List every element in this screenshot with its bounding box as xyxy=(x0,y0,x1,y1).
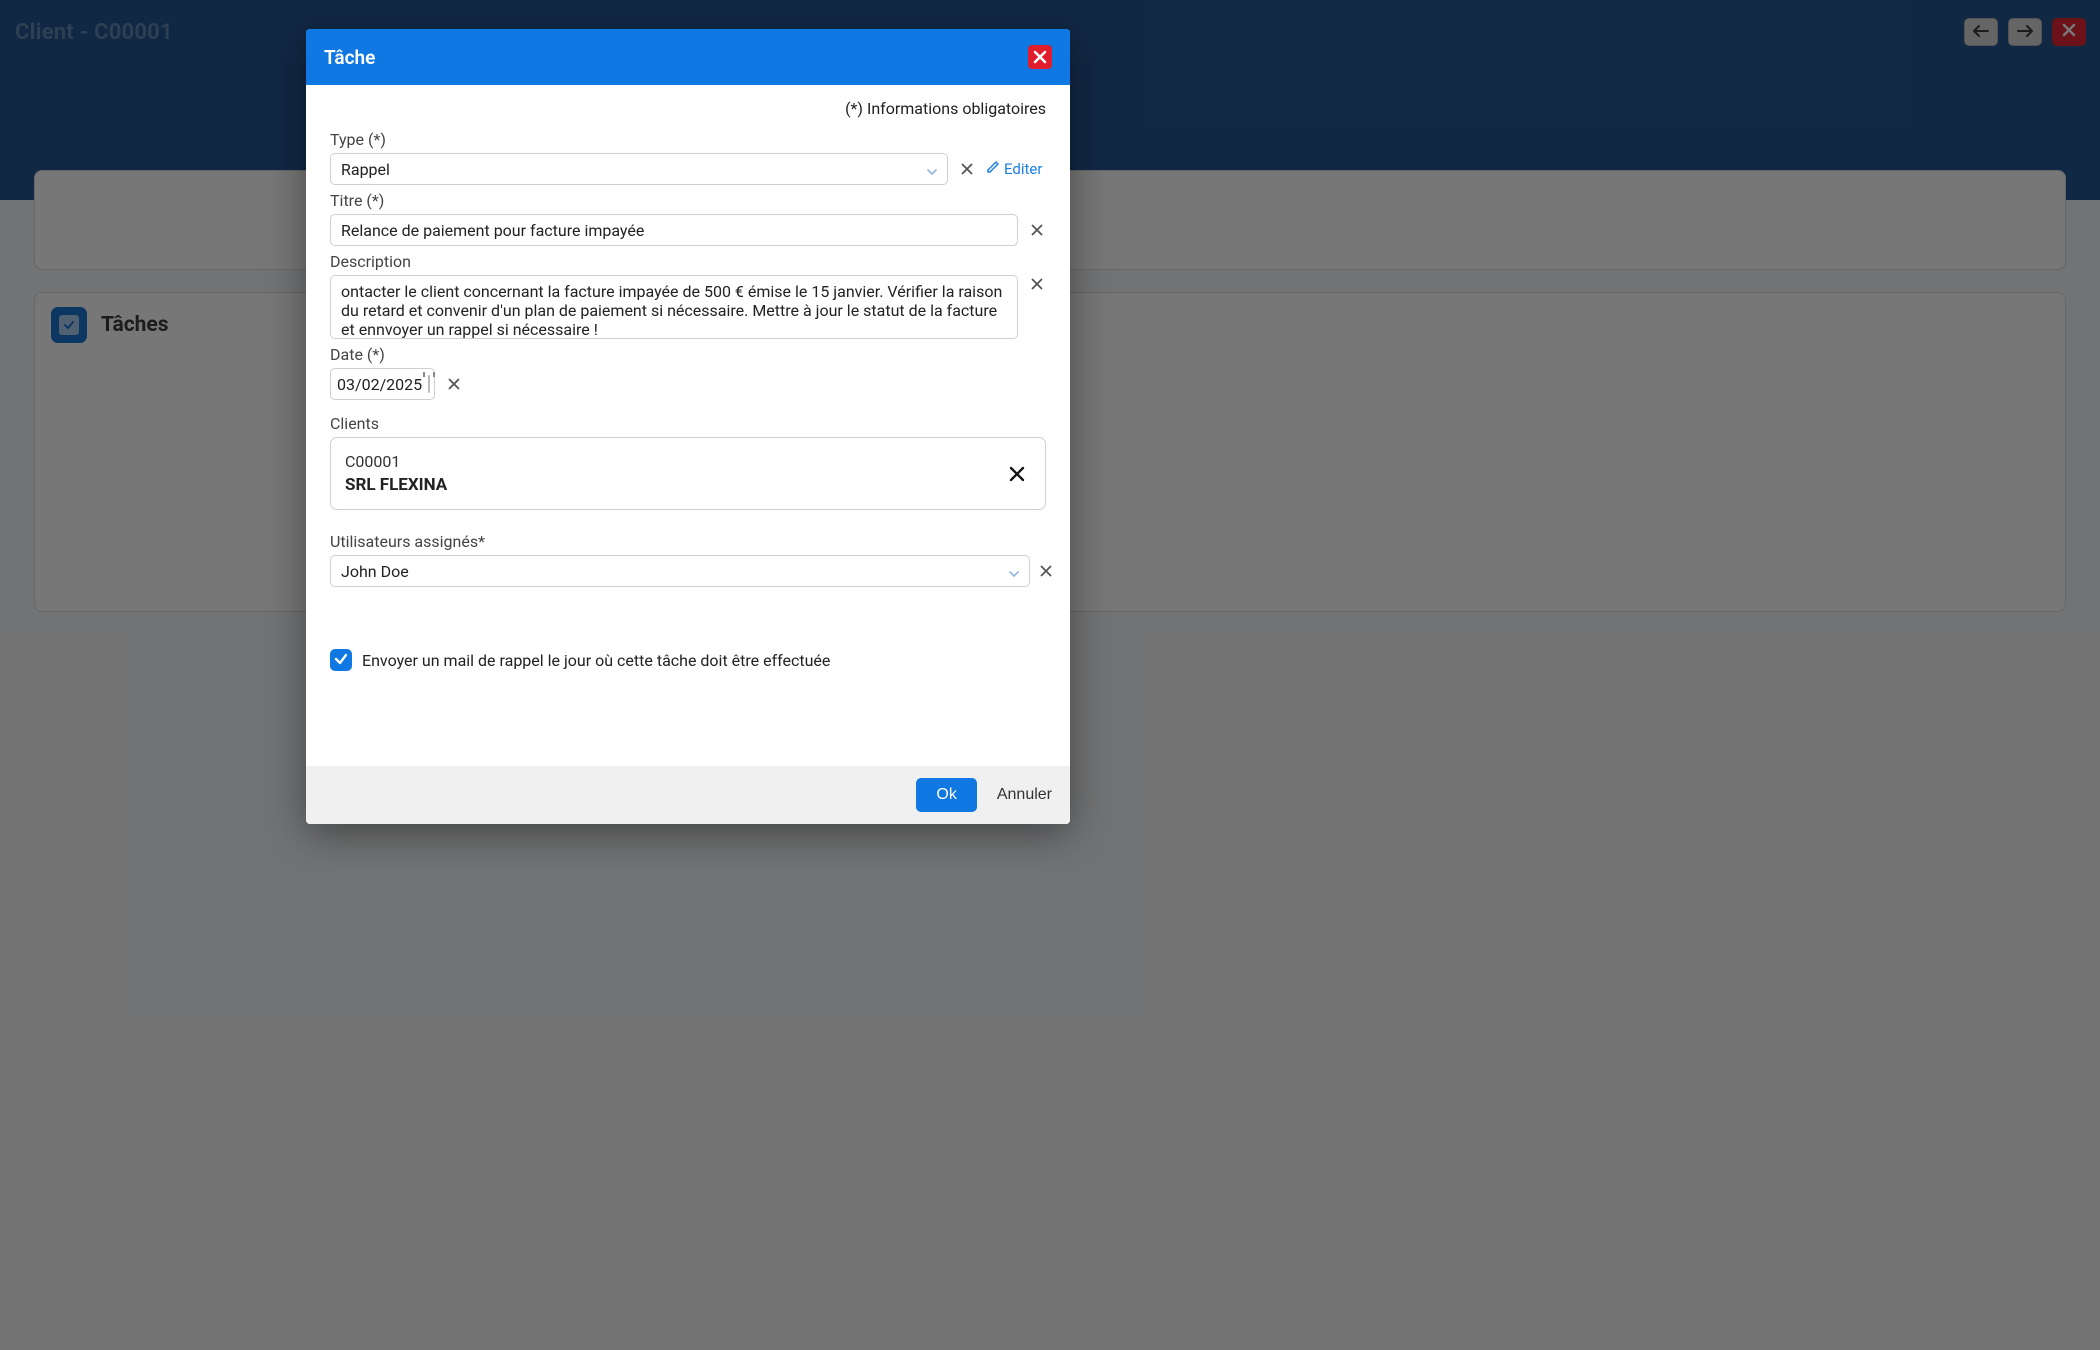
field-date: Date (*) 03/02/2025 xyxy=(330,345,1046,400)
chevron-down-icon xyxy=(927,160,937,179)
label-description: Description xyxy=(330,252,1046,271)
label-assigned: Utilisateurs assignés* xyxy=(330,532,1046,551)
label-clients: Clients xyxy=(330,414,1046,433)
type-select[interactable]: Rappel xyxy=(330,153,948,185)
clear-assigned-button[interactable] xyxy=(1040,562,1052,581)
clear-title-button[interactable] xyxy=(1028,221,1046,240)
task-modal: Tâche (*) Informations obligatoires Type… xyxy=(306,29,1070,824)
description-textarea[interactable] xyxy=(330,275,1018,339)
label-date: Date (*) xyxy=(330,345,1046,364)
label-type: Type (*) xyxy=(330,130,1046,149)
reminder-label: Envoyer un mail de rappel le jour où cet… xyxy=(362,651,830,670)
ok-button[interactable]: Ok xyxy=(916,778,976,812)
check-icon xyxy=(334,651,348,670)
calendar-icon xyxy=(428,375,430,393)
cancel-button[interactable]: Annuler xyxy=(997,786,1052,804)
remove-client-button[interactable] xyxy=(1003,460,1031,488)
type-select-value: Rappel xyxy=(341,160,390,179)
label-title: Titre (*) xyxy=(330,191,1046,210)
field-type: Type (*) Rappel Editer xyxy=(330,130,1046,185)
required-note: (*) Informations obligatoires xyxy=(330,85,1046,124)
clear-description-button[interactable] xyxy=(1028,275,1046,294)
modal-title: Tâche xyxy=(324,46,375,69)
modal-body: (*) Informations obligatoires Type (*) R… xyxy=(306,85,1070,766)
modal-footer: Ok Annuler xyxy=(306,766,1070,824)
date-value: 03/02/2025 xyxy=(337,375,422,394)
assigned-user-select[interactable]: John Doe xyxy=(330,555,1030,587)
modal-header: Tâche xyxy=(306,29,1070,85)
reminder-checkbox-row: Envoyer un mail de rappel le jour où cet… xyxy=(330,649,1046,671)
client-chip: C00001 SRL FLEXINA xyxy=(330,437,1046,510)
field-assigned-users: Utilisateurs assignés* John Doe xyxy=(330,532,1046,587)
reminder-checkbox[interactable] xyxy=(330,649,352,671)
clear-type-button[interactable] xyxy=(958,160,976,179)
modal-close-button[interactable] xyxy=(1028,45,1052,69)
chevron-down-icon xyxy=(1009,562,1019,581)
title-input[interactable] xyxy=(330,214,1018,246)
client-name: SRL FLEXINA xyxy=(345,475,447,495)
date-input[interactable]: 03/02/2025 xyxy=(330,368,435,400)
edit-type-link[interactable]: Editer xyxy=(986,160,1042,178)
edit-icon xyxy=(986,160,1000,178)
edit-type-label: Editer xyxy=(1004,160,1042,178)
clear-date-button[interactable] xyxy=(445,375,463,394)
field-title: Titre (*) xyxy=(330,191,1046,246)
client-code: C00001 xyxy=(345,452,447,471)
assigned-user-value: John Doe xyxy=(341,562,409,581)
field-clients: Clients C00001 SRL FLEXINA xyxy=(330,414,1046,510)
field-description: Description xyxy=(330,252,1046,339)
close-icon xyxy=(1033,46,1047,69)
